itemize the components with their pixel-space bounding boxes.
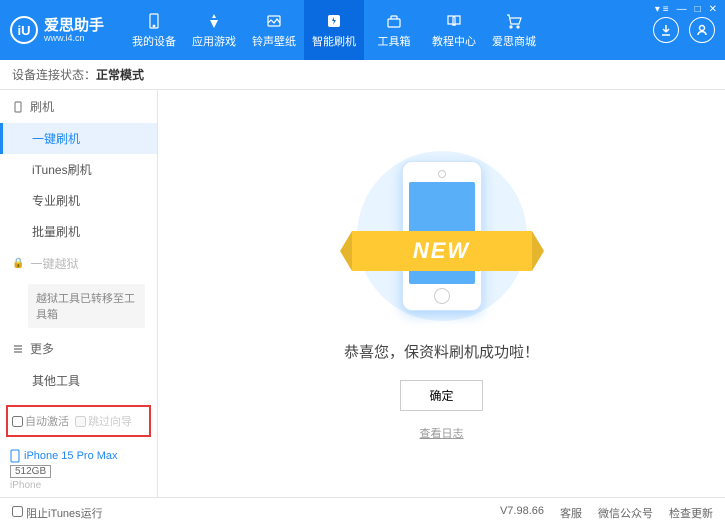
minimize-icon[interactable]: — [677, 4, 687, 15]
sidebar-item-download[interactable]: 下载固件 [0, 396, 157, 399]
device-name[interactable]: iPhone 15 Pro Max [10, 449, 147, 463]
menu-group-more[interactable]: 更多 [0, 332, 157, 365]
jailbreak-tip: 越狱工具已转移至工具箱 [28, 284, 145, 328]
phone-icon [12, 101, 24, 113]
nav: 我的设备 应用游戏 铃声壁纸 智能刷机 工具箱 教程中心 爱思商城 [124, 0, 653, 60]
logo-icon: iU [10, 16, 38, 44]
header: iU 爱思助手 www.i4.cn 我的设备 应用游戏 铃声壁纸 智能刷机 工具… [0, 0, 725, 60]
sidebar-item-pro[interactable]: 专业刷机 [0, 185, 157, 216]
ok-button[interactable]: 确定 [400, 380, 482, 411]
sidebar: 刷机 一键刷机 iTunes刷机 专业刷机 批量刷机 🔒 一键越狱 越狱工具已转… [0, 90, 158, 497]
main-content: NEW 恭喜您，保资料刷机成功啦！ 确定 查看日志 [158, 90, 725, 497]
auto-activate-checkbox[interactable]: 自动激活 [12, 413, 69, 429]
view-log-link[interactable]: 查看日志 [420, 425, 464, 441]
nav-ringtones[interactable]: 铃声壁纸 [244, 0, 304, 60]
toolbox-icon [384, 12, 404, 30]
nav-tutorials[interactable]: 教程中心 [424, 0, 484, 60]
nav-apps[interactable]: 应用游戏 [184, 0, 244, 60]
cart-icon [504, 12, 524, 30]
status-label: 设备连接状态： [12, 66, 96, 83]
skip-guide-checkbox[interactable]: 跳过向导 [75, 413, 132, 429]
options-highlight: 自动激活 跳过向导 [6, 405, 151, 437]
small-phone-icon [10, 449, 20, 463]
flash-icon [324, 12, 344, 30]
nav-flash[interactable]: 智能刷机 [304, 0, 364, 60]
close-icon[interactable]: ✕ [709, 4, 717, 15]
user-button[interactable] [689, 17, 715, 43]
download-button[interactable] [653, 17, 679, 43]
footer: 阻止iTunes运行 V7.98.66 客服 微信公众号 检查更新 [0, 497, 725, 527]
device-info: iPhone 15 Pro Max 512GB iPhone [0, 443, 157, 497]
footer-wechat[interactable]: 微信公众号 [598, 505, 653, 521]
version-label: V7.98.66 [500, 505, 544, 521]
storage-badge: 512GB [10, 465, 51, 478]
lock-icon: 🔒 [12, 258, 24, 269]
success-illustration: NEW [342, 146, 542, 326]
book-icon [444, 12, 464, 30]
device-icon [144, 12, 164, 30]
success-message: 恭喜您，保资料刷机成功啦！ [344, 341, 539, 362]
maximize-icon[interactable]: □ [695, 4, 701, 15]
app-url: www.i4.cn [44, 33, 104, 43]
app-name: 爱思助手 [44, 18, 104, 33]
sidebar-item-itunes[interactable]: iTunes刷机 [0, 154, 157, 185]
nav-toolbox[interactable]: 工具箱 [364, 0, 424, 60]
menu-group-flash[interactable]: 刷机 [0, 90, 157, 123]
sidebar-item-other[interactable]: 其他工具 [0, 365, 157, 396]
footer-update[interactable]: 检查更新 [669, 505, 713, 521]
sidebar-item-batch[interactable]: 批量刷机 [0, 216, 157, 247]
apps-icon [204, 12, 224, 30]
nav-my-device[interactable]: 我的设备 [124, 0, 184, 60]
block-itunes-checkbox[interactable]: 阻止iTunes运行 [12, 505, 103, 521]
menu-group-jailbreak[interactable]: 🔒 一键越狱 [0, 247, 157, 280]
device-type: iPhone [10, 480, 147, 491]
logo: iU 爱思助手 www.i4.cn [10, 16, 104, 44]
status-bar: 设备连接状态： 正常模式 [0, 60, 725, 90]
sidebar-item-oneclick[interactable]: 一键刷机 [0, 123, 157, 154]
footer-support[interactable]: 客服 [560, 505, 582, 521]
list-icon [12, 343, 24, 355]
menu-icon[interactable]: ▾ ≡ [655, 4, 669, 15]
image-icon [264, 12, 284, 30]
status-value: 正常模式 [96, 66, 144, 83]
nav-store[interactable]: 爱思商城 [484, 0, 544, 60]
new-ribbon: NEW [352, 231, 532, 271]
